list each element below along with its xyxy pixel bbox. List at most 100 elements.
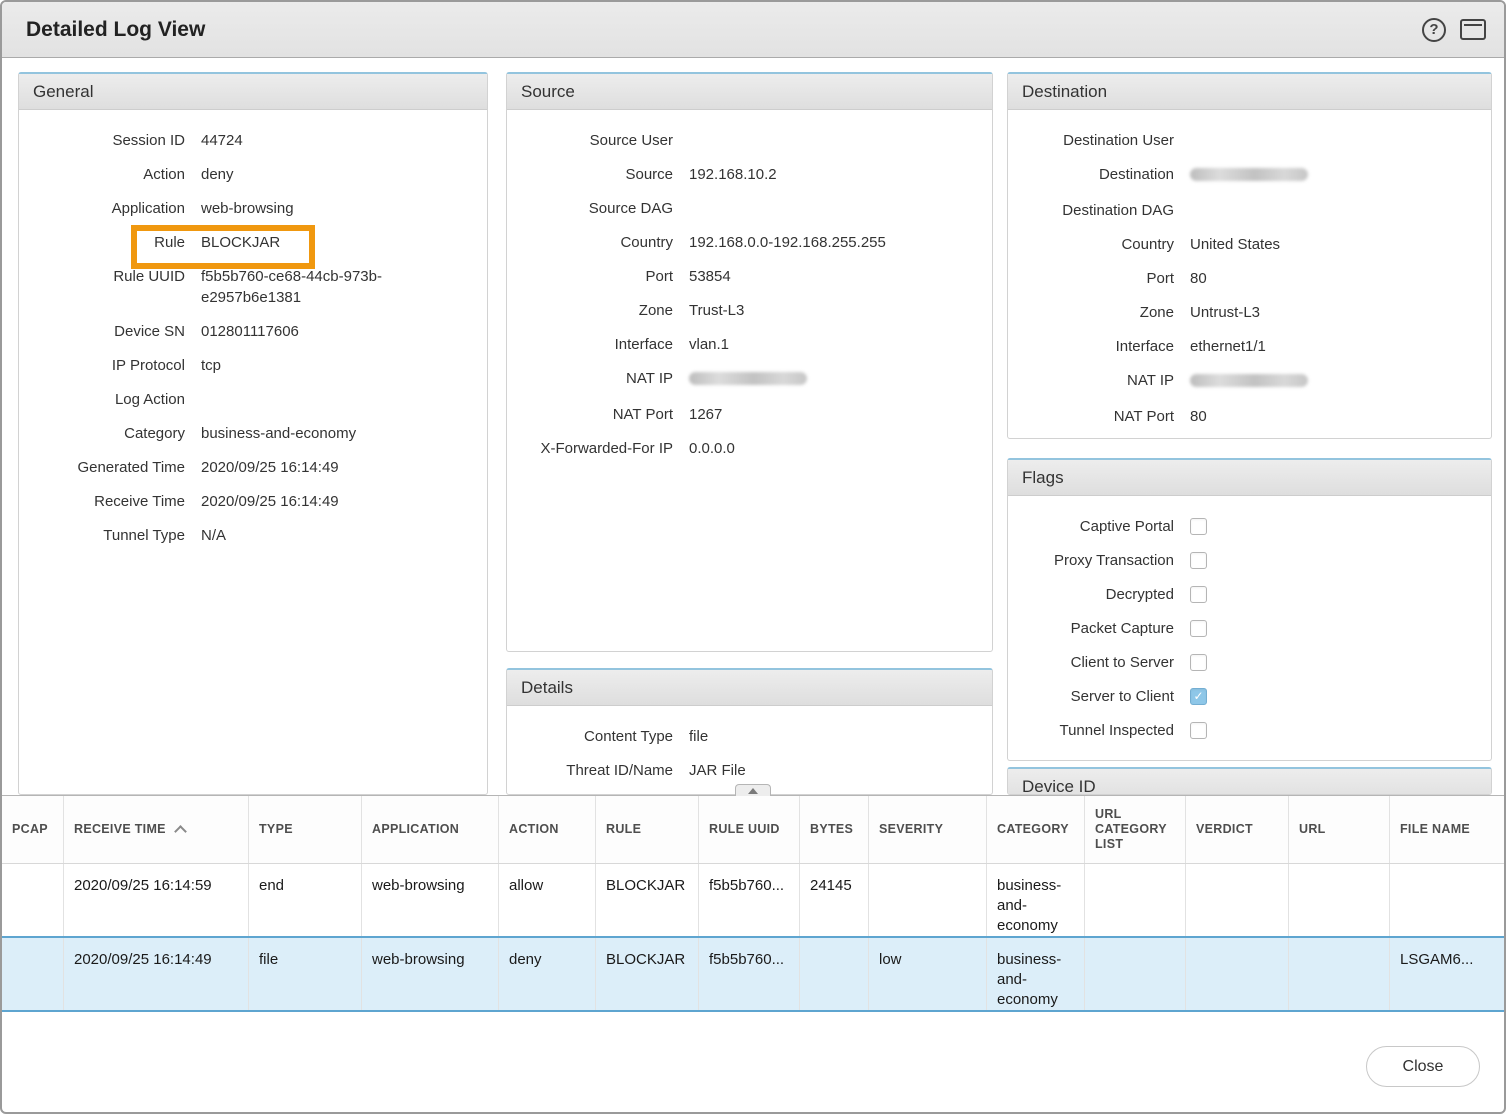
field-value: 2020/09/25 16:14:49 bbox=[201, 457, 419, 478]
flag-row: Client to Server bbox=[1024, 652, 1475, 673]
column-header-verdict[interactable]: VERDICT bbox=[1186, 796, 1289, 863]
destination-panel-title: Destination bbox=[1008, 74, 1491, 110]
details-panel-body: Content Typefile Threat ID/NameJAR File bbox=[507, 706, 992, 781]
field-value: vlan.1 bbox=[689, 334, 976, 355]
field-label: Rule bbox=[35, 232, 185, 253]
field-value: ethernet1/1 bbox=[1190, 336, 1475, 357]
column-header-rule-uuid[interactable]: RULE UUID bbox=[699, 796, 800, 863]
field-row: NAT Port80 bbox=[1024, 406, 1475, 427]
window-panel-icon[interactable] bbox=[1460, 19, 1486, 40]
column-header-pcap[interactable]: PCAP bbox=[2, 796, 64, 863]
field-label: Action bbox=[35, 164, 185, 185]
rule-field-row-highlighted: Rule BLOCKJAR bbox=[35, 232, 471, 253]
general-panel: General Session ID44724 Actiondeny Appli… bbox=[18, 72, 488, 795]
field-row: Content Typefile bbox=[523, 726, 976, 747]
column-header-application[interactable]: APPLICATION bbox=[362, 796, 499, 863]
field-value: business-and-economy bbox=[201, 423, 419, 444]
field-value: web-browsing bbox=[201, 198, 419, 219]
page-title: Detailed Log View bbox=[26, 18, 205, 42]
field-row: Generated Time2020/09/25 16:14:49 bbox=[35, 457, 471, 478]
field-value: BLOCKJAR bbox=[201, 232, 419, 253]
column-header-action[interactable]: ACTION bbox=[499, 796, 596, 863]
field-label: Category bbox=[35, 423, 185, 444]
field-row: NAT Port 1267 bbox=[523, 404, 976, 425]
table-cell bbox=[800, 938, 869, 1010]
packet-capture-checkbox[interactable] bbox=[1190, 620, 1207, 637]
field-value: N/A bbox=[201, 525, 419, 546]
column-header-file-name[interactable]: FILE NAME bbox=[1390, 796, 1504, 863]
tunnel-inspected-checkbox[interactable] bbox=[1190, 722, 1207, 739]
field-row: Interface vlan.1 bbox=[523, 334, 976, 355]
field-label: IP Protocol bbox=[35, 355, 185, 376]
field-value: 80 bbox=[1190, 268, 1475, 289]
field-value: tcp bbox=[201, 355, 419, 376]
field-row: X-Forwarded-For IP0.0.0.0 bbox=[523, 438, 976, 459]
table-cell: low bbox=[869, 938, 987, 1010]
column-header-receive-time[interactable]: RECEIVE TIME bbox=[64, 796, 249, 863]
column-header-url[interactable]: URL bbox=[1289, 796, 1390, 863]
field-label: Application bbox=[35, 198, 185, 219]
device-id-panel-title: Device ID bbox=[1008, 769, 1491, 795]
field-row: Session ID44724 bbox=[35, 130, 471, 151]
field-value: 1267 bbox=[689, 404, 976, 425]
field-value: 0.0.0.0 bbox=[689, 438, 976, 459]
field-row: Receive Time2020/09/25 16:14:49 bbox=[35, 491, 471, 512]
close-button[interactable]: Close bbox=[1366, 1046, 1480, 1087]
proxy-transaction-checkbox[interactable] bbox=[1190, 552, 1207, 569]
table-row[interactable]: 2020/09/25 16:14:59 end web-browsing all… bbox=[2, 864, 1504, 936]
field-value: United States bbox=[1190, 234, 1475, 255]
field-label: Destination DAG bbox=[1024, 200, 1174, 221]
destination-panel: Destination Destination User Destination… bbox=[1007, 72, 1492, 439]
field-label: NAT Port bbox=[523, 404, 673, 425]
decrypted-checkbox[interactable] bbox=[1190, 586, 1207, 603]
column-header-type[interactable]: TYPE bbox=[249, 796, 362, 863]
field-label: Zone bbox=[1024, 302, 1174, 323]
flag-row: Server to Client bbox=[1024, 686, 1475, 707]
table-cell bbox=[1186, 938, 1289, 1010]
field-row: Destination DAG bbox=[1024, 200, 1475, 221]
field-value: 012801117606 bbox=[201, 321, 419, 342]
column-header-rule[interactable]: RULE bbox=[596, 796, 699, 863]
flags-panel-title: Flags bbox=[1008, 460, 1491, 496]
chevron-up-icon bbox=[748, 788, 758, 794]
field-value: 53854 bbox=[689, 266, 976, 287]
table-cell: web-browsing bbox=[362, 864, 499, 936]
sort-ascending-icon bbox=[174, 825, 187, 838]
grid-collapse-handle[interactable] bbox=[735, 784, 771, 796]
field-row: Destination bbox=[1024, 164, 1475, 187]
column-header-category[interactable]: CATEGORY bbox=[987, 796, 1085, 863]
table-cell: BLOCKJAR bbox=[596, 864, 699, 936]
field-row: Tunnel TypeN/A bbox=[35, 525, 471, 546]
field-value-redacted bbox=[1190, 370, 1475, 393]
field-row: Threat ID/NameJAR File bbox=[523, 760, 976, 781]
field-value-redacted bbox=[689, 368, 976, 391]
field-label: Country bbox=[523, 232, 673, 253]
client-to-server-checkbox[interactable] bbox=[1190, 654, 1207, 671]
help-icon[interactable]: ? bbox=[1422, 18, 1446, 42]
flag-label: Packet Capture bbox=[1024, 618, 1174, 639]
flags-panel: Flags Captive Portal Proxy Transaction D… bbox=[1007, 458, 1492, 761]
field-label: Rule UUID bbox=[35, 266, 185, 308]
table-row-selected[interactable]: 2020/09/25 16:14:49 file web-browsing de… bbox=[2, 936, 1504, 1012]
source-panel: Source Source User Source192.168.10.2 So… bbox=[506, 72, 993, 652]
flag-row: Captive Portal bbox=[1024, 516, 1475, 537]
server-to-client-checkbox[interactable] bbox=[1190, 688, 1207, 705]
field-label: Interface bbox=[523, 334, 673, 355]
table-cell: allow bbox=[499, 864, 596, 936]
field-row: Source User bbox=[523, 130, 976, 151]
field-value: deny bbox=[201, 164, 419, 185]
field-value: Trust-L3 bbox=[689, 300, 976, 321]
column-header-label: RECEIVE TIME bbox=[74, 822, 166, 837]
flag-label: Decrypted bbox=[1024, 584, 1174, 605]
field-label: Source DAG bbox=[523, 198, 673, 219]
column-header-severity[interactable]: SEVERITY bbox=[869, 796, 987, 863]
table-cell: 2020/09/25 16:14:59 bbox=[64, 864, 249, 936]
table-cell: business-and-economy bbox=[987, 864, 1085, 936]
column-header-url-category-list[interactable]: URL CATEGORY LIST bbox=[1085, 796, 1186, 863]
field-row: Category business-and-economy bbox=[35, 423, 471, 444]
captive-portal-checkbox[interactable] bbox=[1190, 518, 1207, 535]
field-label: Interface bbox=[1024, 336, 1174, 357]
column-header-bytes[interactable]: BYTES bbox=[800, 796, 869, 863]
field-value bbox=[689, 198, 976, 219]
field-value bbox=[1190, 130, 1475, 151]
